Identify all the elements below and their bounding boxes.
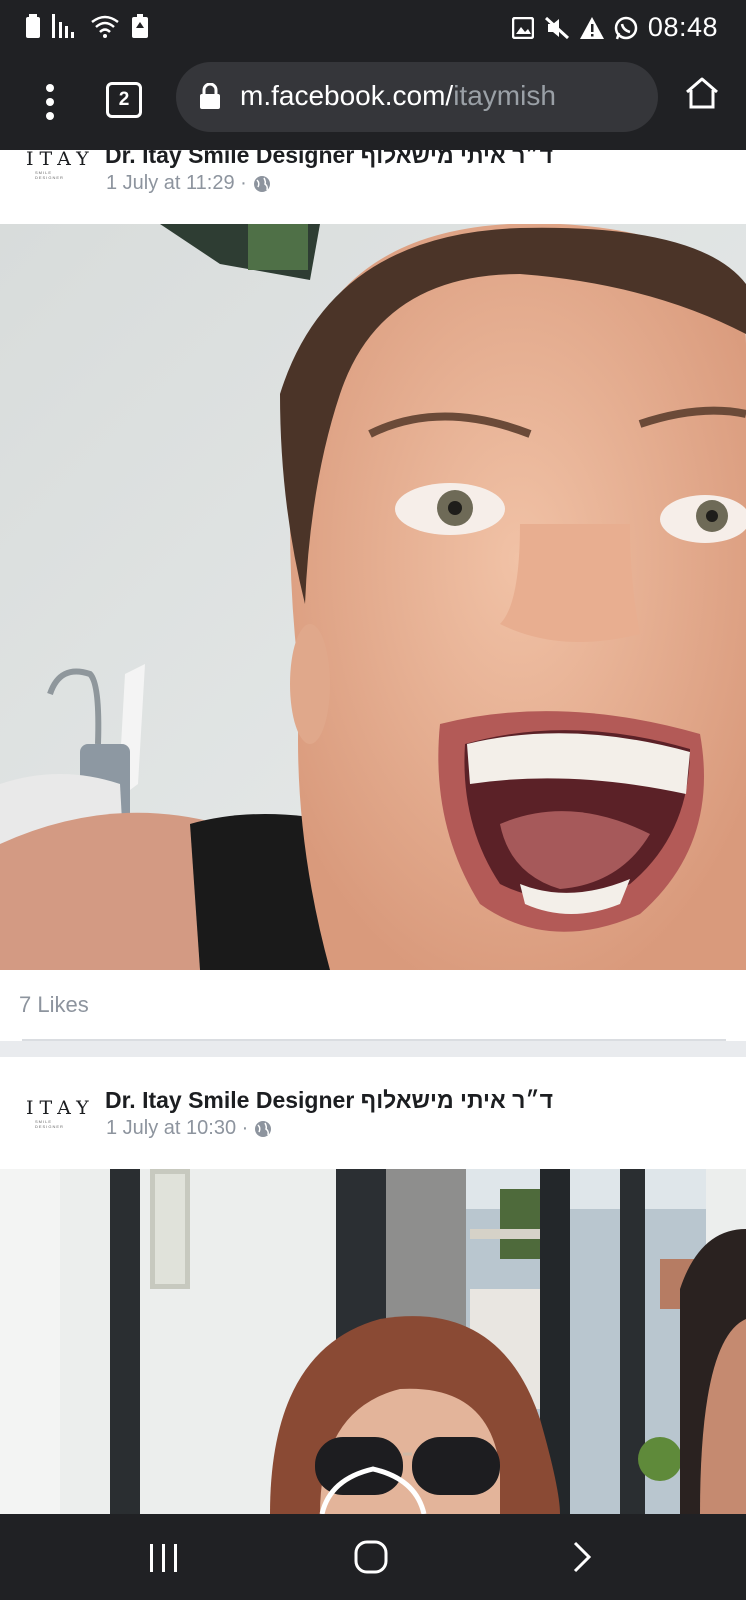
logo-text: ITAY xyxy=(26,150,95,170)
url-text: m.facebook.com/itaymish xyxy=(240,80,556,112)
mute-icon xyxy=(544,16,569,39)
battery-icon xyxy=(26,14,40,38)
page-logo[interactable]: ITAY SMILE DESIGNER xyxy=(26,150,95,188)
post-reactions[interactable]: 7 Likes xyxy=(0,970,746,1040)
post-header: ITAY SMILE DESIGNER Dr. Itay Smile Desig… xyxy=(0,150,746,224)
clock: 08:48 xyxy=(647,12,718,42)
logo-subtitle: SMILE DESIGNER xyxy=(35,1119,64,1129)
globe-icon xyxy=(253,175,270,192)
url-path: itaymish xyxy=(453,80,556,111)
home-icon[interactable] xyxy=(354,1540,388,1574)
logo-subtitle: SMILE DESIGNER xyxy=(35,170,64,180)
address-bar[interactable]: m.facebook.com/itaymish xyxy=(176,62,658,132)
lock-icon xyxy=(200,83,220,109)
more-options-icon[interactable] xyxy=(36,80,64,124)
likes-count[interactable]: 7 Likes xyxy=(19,992,89,1018)
system-nav-bar xyxy=(0,1514,746,1600)
recents-icon[interactable] xyxy=(148,1542,180,1574)
feed-separator xyxy=(0,1041,746,1057)
post-photo[interactable] xyxy=(0,1169,746,1514)
wifi-icon xyxy=(91,15,119,38)
home-icon[interactable] xyxy=(684,76,720,110)
status-bar: 08:48 xyxy=(0,0,746,58)
url-domain: m.facebook.com/ xyxy=(240,80,454,111)
page-logo[interactable]: ITAY SMILE DESIGNER xyxy=(26,1097,95,1137)
timestamp-text: 1 July at 10:30 · xyxy=(106,1117,249,1139)
post-header: ITAY SMILE DESIGNER Dr. Itay Smile Desig… xyxy=(0,1057,746,1169)
post-photo[interactable] xyxy=(0,224,746,970)
browser-toolbar: 2 m.facebook.com/itaymish xyxy=(0,58,746,150)
tab-switcher-button[interactable]: 2 xyxy=(106,82,142,118)
logo-text: ITAY xyxy=(26,1097,95,1119)
image-icon xyxy=(511,16,534,39)
post-timestamp[interactable]: 1 July at 10:30 · xyxy=(106,1117,272,1140)
globe-icon xyxy=(255,1120,272,1137)
photo-image xyxy=(0,224,746,970)
page-name[interactable]: Dr. Itay Smile Designer ד״ר איתי מישאלוף xyxy=(105,150,553,169)
whatsapp-icon xyxy=(614,16,638,39)
page-name[interactable]: Dr. Itay Smile Designer ד״ר איתי מישאלוף xyxy=(105,1087,553,1114)
forward-icon[interactable] xyxy=(572,1541,592,1573)
post-timestamp[interactable]: 1 July at 11:29 · xyxy=(106,172,271,195)
warning-icon xyxy=(579,16,604,39)
photo-image xyxy=(0,1169,746,1514)
timestamp-text: 1 July at 11:29 · xyxy=(106,172,247,194)
signal-icon xyxy=(52,14,74,38)
battery-saver-icon xyxy=(132,14,148,38)
